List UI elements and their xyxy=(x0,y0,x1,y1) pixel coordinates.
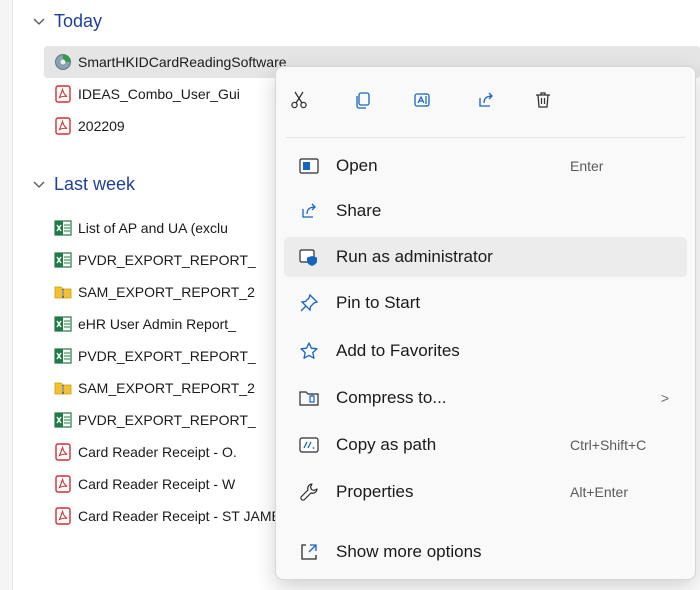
scissors-icon xyxy=(289,90,309,115)
zip-folder-icon xyxy=(54,379,72,397)
menu-item-label: Open xyxy=(336,156,378,175)
file-name: PVDR_EXPORT_REPORT_ xyxy=(78,252,256,268)
wrench-icon xyxy=(298,481,320,503)
share-button[interactable] xyxy=(469,85,503,119)
compress-folder-icon xyxy=(298,387,320,409)
admin-shield-icon xyxy=(298,246,320,268)
rename-button[interactable] xyxy=(406,85,440,119)
menu-item-add-to-favorites[interactable]: Add to Favorites xyxy=(284,331,687,371)
group-label: Last week xyxy=(54,173,136,194)
excel-icon xyxy=(54,219,72,237)
show-more-options-icon xyxy=(298,541,320,563)
menu-item-compress-to[interactable]: Compress to... > xyxy=(284,378,687,418)
copy-button[interactable] xyxy=(346,85,380,119)
menu-item-copy-as-path[interactable]: Copy as path Ctrl+Shift+C xyxy=(284,425,687,465)
menu-item-shortcut: Ctrl+Shift+C xyxy=(570,437,647,453)
file-name: 202209 xyxy=(78,118,125,134)
menu-item-show-more-options[interactable]: Show more options xyxy=(284,532,687,572)
delete-button[interactable] xyxy=(526,85,560,119)
excel-icon xyxy=(54,251,72,269)
menu-item-label: Run as administrator xyxy=(336,247,493,266)
context-menu: Open Enter Share Run as administrator Pi… xyxy=(275,66,696,580)
menu-divider xyxy=(286,137,685,138)
file-name: SAM_EXPORT_REPORT_2 xyxy=(78,380,255,396)
menu-item-label: Compress to... xyxy=(336,388,447,407)
menu-item-label: Share xyxy=(336,201,382,220)
group-header-last-week[interactable]: Last week xyxy=(32,171,135,197)
excel-icon xyxy=(54,347,72,365)
menu-item-run-as-administrator[interactable]: Run as administrator xyxy=(284,237,687,277)
chevron-down-icon xyxy=(32,176,48,192)
chevron-down-icon xyxy=(32,13,48,29)
menu-item-label: Properties xyxy=(336,482,414,501)
file-name: SAM_EXPORT_REPORT_2 xyxy=(78,284,255,300)
star-icon xyxy=(298,340,320,362)
menu-item-label: Pin to Start xyxy=(336,293,421,312)
group-header-today[interactable]: Today xyxy=(32,8,102,34)
open-app-icon xyxy=(298,155,320,177)
menu-item-label: Add to Favorites xyxy=(336,341,460,360)
copy-icon xyxy=(353,90,373,115)
menu-item-properties[interactable]: Properties Alt+Enter xyxy=(284,472,687,512)
file-name: Card Reader Receipt - W xyxy=(78,476,236,492)
context-menu-toolbar xyxy=(276,77,695,127)
file-name: SmartHKIDCardReadingSoftware xyxy=(78,54,287,70)
menu-item-label: Copy as path xyxy=(336,435,437,454)
navigation-pane-edge xyxy=(0,0,13,590)
menu-item-shortcut: Alt+Enter xyxy=(570,484,628,500)
file-name: eHR User Admin Report_ xyxy=(78,316,236,332)
file-name: Card Reader Receipt - O. xyxy=(78,444,237,460)
chevron-right-icon: > xyxy=(660,390,669,406)
pdf-icon xyxy=(54,85,72,103)
copy-path-icon xyxy=(298,434,320,456)
group-label: Today xyxy=(54,10,103,31)
file-name: PVDR_EXPORT_REPORT_ xyxy=(78,412,256,428)
menu-item-label: Show more options xyxy=(336,542,482,561)
share-icon xyxy=(476,90,496,115)
file-name: IDEAS_Combo_User_Gui xyxy=(78,86,240,102)
pdf-icon xyxy=(54,507,72,525)
menu-item-pin-to-start[interactable]: Pin to Start xyxy=(284,283,687,323)
excel-icon xyxy=(54,315,72,333)
installer-icon xyxy=(54,53,72,71)
file-name: PVDR_EXPORT_REPORT_ xyxy=(78,348,256,364)
menu-item-shortcut: Enter xyxy=(570,158,604,174)
trash-icon xyxy=(533,90,553,115)
pin-icon xyxy=(298,292,320,314)
pdf-icon xyxy=(54,117,72,135)
excel-icon xyxy=(54,411,72,429)
rename-icon xyxy=(413,90,433,115)
pdf-icon xyxy=(54,443,72,461)
file-name: List of AP and UA (exclu xyxy=(78,220,228,236)
menu-item-share[interactable]: Share xyxy=(284,191,687,231)
zip-folder-icon xyxy=(54,283,72,301)
pdf-icon xyxy=(54,475,72,493)
menu-item-open[interactable]: Open Enter xyxy=(284,146,687,186)
share-icon xyxy=(298,200,320,222)
cut-button[interactable] xyxy=(282,85,316,119)
